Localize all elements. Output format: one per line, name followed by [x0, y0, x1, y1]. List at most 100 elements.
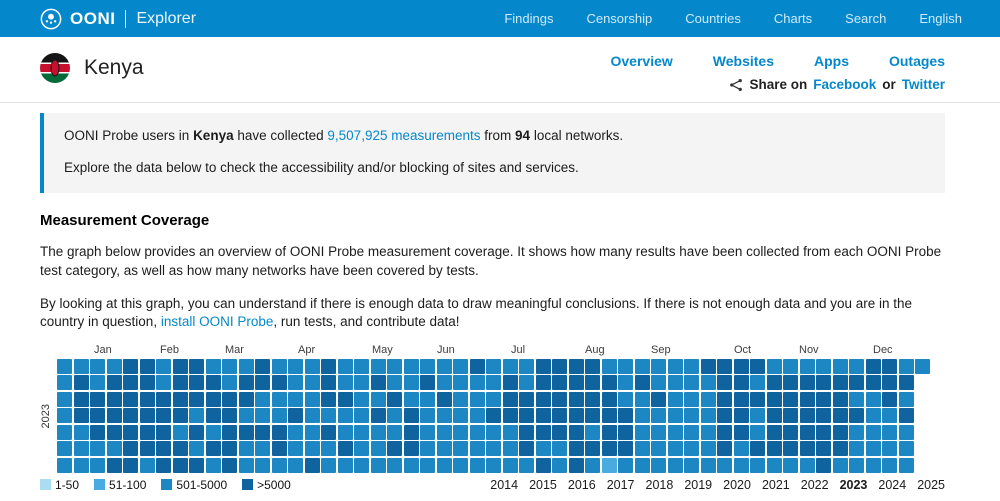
heatmap-cell[interactable]: [469, 457, 485, 473]
heatmap-cell[interactable]: [354, 424, 369, 440]
heatmap-cell[interactable]: [766, 408, 782, 424]
heatmap-cell[interactable]: [634, 457, 650, 473]
heatmap-cell[interactable]: [865, 424, 881, 440]
heatmap-cell[interactable]: [238, 375, 254, 391]
heatmap-cell[interactable]: [684, 375, 699, 391]
heatmap-cell[interactable]: [882, 424, 897, 440]
heatmap-cell[interactable]: [387, 391, 402, 407]
heatmap-cell[interactable]: [552, 375, 567, 391]
heatmap-cell[interactable]: [733, 441, 749, 457]
heatmap-cell[interactable]: [172, 391, 188, 407]
heatmap-cell[interactable]: [420, 358, 435, 374]
heatmap-cell[interactable]: [370, 358, 386, 374]
heatmap-cell[interactable]: [700, 391, 716, 407]
heatmap-cell[interactable]: [601, 457, 617, 473]
heatmap-cell[interactable]: [337, 358, 353, 374]
heatmap-cell[interactable]: [337, 391, 353, 407]
heatmap-cell[interactable]: [700, 441, 716, 457]
year-button-2025[interactable]: 2025: [917, 478, 945, 492]
heatmap-cell[interactable]: [90, 358, 105, 374]
heatmap-cell[interactable]: [832, 358, 848, 374]
heatmap-cell[interactable]: [156, 457, 171, 473]
heatmap-cell[interactable]: [585, 424, 600, 440]
heatmap-cell[interactable]: [238, 391, 254, 407]
heatmap-cell[interactable]: [684, 441, 699, 457]
heatmap-cell[interactable]: [832, 457, 848, 473]
heatmap-cell[interactable]: [634, 391, 650, 407]
heatmap-cell[interactable]: [172, 358, 188, 374]
heatmap-cell[interactable]: [651, 375, 666, 391]
heatmap-cell[interactable]: [403, 408, 419, 424]
heatmap-cell[interactable]: [90, 375, 105, 391]
year-button-2022[interactable]: 2022: [801, 478, 829, 492]
heatmap-cell[interactable]: [271, 375, 287, 391]
heatmap-cell[interactable]: [304, 408, 320, 424]
heatmap-cell[interactable]: [354, 408, 369, 424]
heatmap-cell[interactable]: [90, 441, 105, 457]
heatmap-cell[interactable]: [535, 391, 551, 407]
heatmap-cell[interactable]: [370, 424, 386, 440]
heatmap-cell[interactable]: [585, 441, 600, 457]
heatmap-cell[interactable]: [750, 408, 765, 424]
heatmap-cell[interactable]: [816, 424, 831, 440]
heatmap-cell[interactable]: [717, 358, 732, 374]
heatmap-cell[interactable]: [288, 424, 303, 440]
heatmap-cell[interactable]: [865, 391, 881, 407]
heatmap-cell[interactable]: [288, 408, 303, 424]
heatmap-cell[interactable]: [172, 457, 188, 473]
heatmap-cell[interactable]: [304, 457, 320, 473]
heatmap-cell[interactable]: [57, 457, 72, 473]
heatmap-cell[interactable]: [733, 457, 749, 473]
heatmap-cell[interactable]: [57, 375, 72, 391]
heatmap-cell[interactable]: [453, 424, 468, 440]
heatmap-cell[interactable]: [832, 375, 848, 391]
heatmap-cell[interactable]: [502, 441, 518, 457]
heatmap-cell[interactable]: [387, 408, 402, 424]
heatmap-cell[interactable]: [882, 391, 897, 407]
nav-link-charts[interactable]: Charts: [774, 11, 812, 26]
heatmap-cell[interactable]: [585, 408, 600, 424]
heatmap-cell[interactable]: [387, 424, 402, 440]
heatmap-cell[interactable]: [865, 408, 881, 424]
heatmap-cell[interactable]: [816, 441, 831, 457]
heatmap-cell[interactable]: [139, 391, 155, 407]
heatmap-cell[interactable]: [222, 424, 237, 440]
heatmap-cell[interactable]: [733, 358, 749, 374]
heatmap-cell[interactable]: [750, 358, 765, 374]
heatmap-cell[interactable]: [519, 408, 534, 424]
heatmap-cell[interactable]: [73, 358, 89, 374]
heatmap-cell[interactable]: [73, 408, 89, 424]
heatmap-cell[interactable]: [717, 408, 732, 424]
heatmap-cell[interactable]: [337, 375, 353, 391]
heatmap-cell[interactable]: [783, 441, 798, 457]
heatmap-cell[interactable]: [865, 441, 881, 457]
heatmap-cell[interactable]: [469, 408, 485, 424]
heatmap-cell[interactable]: [370, 408, 386, 424]
heatmap-cell[interactable]: [568, 408, 584, 424]
heatmap-cell[interactable]: [898, 424, 914, 440]
heatmap-cell[interactable]: [700, 424, 716, 440]
heatmap-cell[interactable]: [453, 441, 468, 457]
heatmap-cell[interactable]: [255, 424, 270, 440]
heatmap-cell[interactable]: [700, 358, 716, 374]
heatmap-cell[interactable]: [222, 375, 237, 391]
heatmap-cell[interactable]: [288, 375, 303, 391]
heatmap-cell[interactable]: [304, 391, 320, 407]
heatmap-cell[interactable]: [486, 424, 501, 440]
heatmap-cell[interactable]: [354, 391, 369, 407]
tab-outages[interactable]: Outages: [889, 53, 945, 69]
heatmap-cell[interactable]: [733, 375, 749, 391]
heatmap-cell[interactable]: [189, 441, 204, 457]
nav-link-countries[interactable]: Countries: [685, 11, 741, 26]
heatmap-cell[interactable]: [783, 424, 798, 440]
heatmap-cell[interactable]: [321, 391, 336, 407]
heatmap-cell[interactable]: [288, 457, 303, 473]
heatmap-cell[interactable]: [436, 375, 452, 391]
heatmap-cell[interactable]: [849, 375, 864, 391]
heatmap-cell[interactable]: [255, 457, 270, 473]
heatmap-cell[interactable]: [766, 391, 782, 407]
heatmap-cell[interactable]: [634, 424, 650, 440]
heatmap-cell[interactable]: [123, 424, 138, 440]
nav-link-english[interactable]: English: [919, 11, 962, 26]
heatmap-cell[interactable]: [882, 358, 897, 374]
